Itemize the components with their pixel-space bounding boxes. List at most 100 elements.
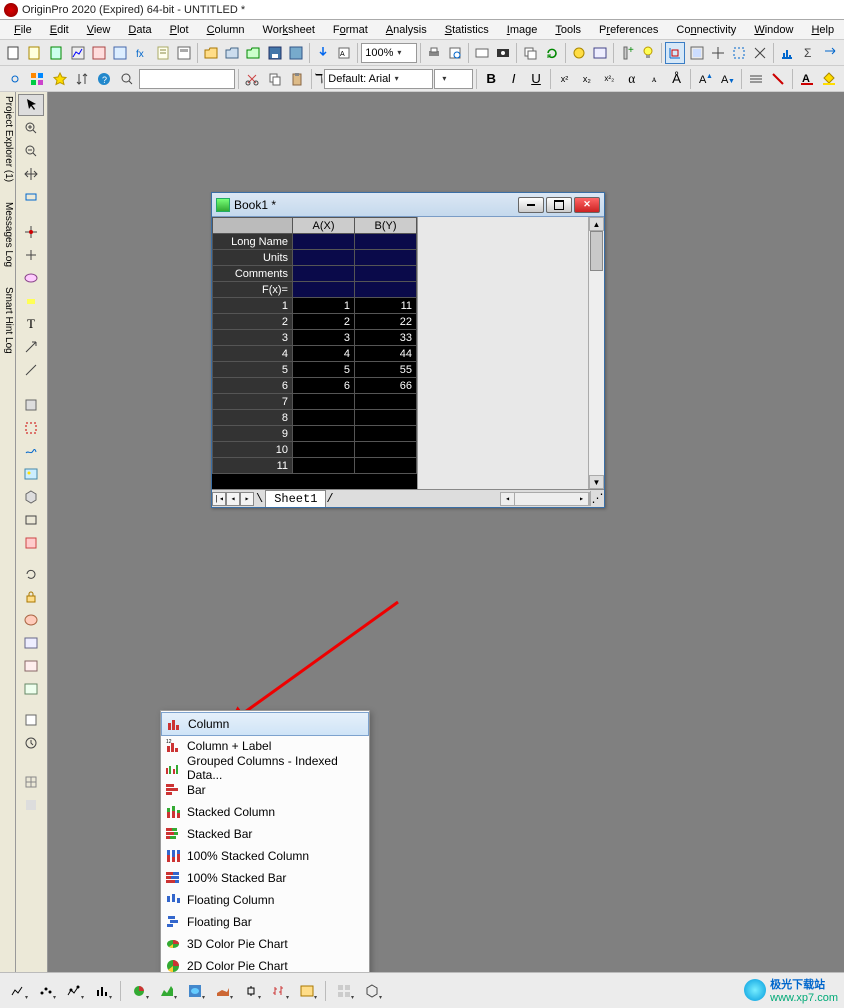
menu-statistics[interactable]: Statistics (437, 22, 497, 38)
sheet-nav-prev[interactable]: ◂ (226, 492, 240, 506)
popup-column[interactable]: Column (161, 712, 369, 736)
transfer-icon[interactable] (820, 42, 840, 64)
subscript-icon[interactable]: x₂ (576, 68, 597, 90)
new-workbook-icon[interactable] (25, 42, 45, 64)
longname-row[interactable]: Long Name (213, 234, 293, 250)
menu-analysis[interactable]: Analysis (378, 22, 435, 38)
bold-icon[interactable]: B (480, 68, 501, 90)
popup-100-stacked-column[interactable]: 100% Stacked Column (161, 845, 369, 867)
labtalk-icon[interactable] (18, 655, 44, 677)
favorites-icon[interactable] (49, 68, 70, 90)
data-reader-tool-icon[interactable] (18, 221, 44, 243)
text-tool-icon[interactable]: T (18, 313, 44, 335)
horizontal-scrollbar[interactable]: ◂ ▸ (500, 492, 590, 506)
row-8[interactable]: 8 (213, 410, 293, 426)
area-plot-icon[interactable] (155, 980, 179, 1002)
line-color-icon[interactable] (768, 68, 789, 90)
print-icon[interactable] (424, 42, 444, 64)
scatter-plot-icon[interactable] (34, 980, 58, 1002)
link-icon[interactable] (4, 68, 25, 90)
worksheet-grid[interactable]: A(X) B(Y) Long Name Units Comments F(x)=… (212, 217, 417, 489)
italic-icon[interactable]: I (503, 68, 524, 90)
data-cursor-icon[interactable] (18, 244, 44, 266)
help-icon[interactable]: ? (94, 68, 115, 90)
scroll-thumb[interactable] (590, 231, 603, 271)
units-row[interactable]: Units (213, 250, 293, 266)
popup-floating-bar[interactable]: Floating Bar (161, 911, 369, 933)
matrix-icon-2[interactable] (18, 794, 44, 816)
greek-small-a-icon[interactable]: ᴀ (643, 68, 664, 90)
zoom-in-icon[interactable] (18, 117, 44, 139)
menu-view[interactable]: View (79, 22, 119, 38)
annotation-icon[interactable] (18, 267, 44, 289)
menu-data[interactable]: Data (120, 22, 159, 38)
popup-grouped-columns[interactable]: Grouped Columns - Indexed Data... (161, 757, 369, 779)
column-plot-icon[interactable] (90, 980, 114, 1002)
row-10[interactable]: 10 (213, 442, 293, 458)
open-icon[interactable] (201, 42, 221, 64)
popup-stacked-bar[interactable]: Stacked Bar (161, 823, 369, 845)
insert-object-icon[interactable] (18, 486, 44, 508)
scroll-up-icon[interactable]: ▲ (589, 217, 604, 231)
copy-icon[interactable] (264, 68, 285, 90)
region-mask-icon[interactable] (18, 532, 44, 554)
smart-hint-tab[interactable]: Smart Hint Log (1, 287, 14, 354)
greek-alpha-icon[interactable]: α (621, 68, 642, 90)
3d-template-icon[interactable] (360, 980, 384, 1002)
popup-stacked-column[interactable]: Stacked Column (161, 801, 369, 823)
maximize-button[interactable] (546, 197, 572, 213)
stock-plot-icon[interactable] (267, 980, 291, 1002)
workbook-titlebar[interactable]: Book1 * (212, 193, 604, 217)
xfunction-icon[interactable] (18, 632, 44, 654)
close-button[interactable] (574, 197, 600, 213)
duplicate-icon[interactable] (520, 42, 540, 64)
screen-reader-icon[interactable] (750, 42, 770, 64)
menu-tools[interactable]: Tools (547, 22, 589, 38)
row-2[interactable]: 2 (213, 314, 293, 330)
column-header-a[interactable]: A(X) (293, 218, 355, 234)
scale-in-icon[interactable] (665, 42, 685, 64)
arrow-tool-icon[interactable] (18, 336, 44, 358)
supersub-icon[interactable]: x²₂ (599, 68, 620, 90)
draw-data-icon[interactable] (18, 440, 44, 462)
minimize-button[interactable] (518, 197, 544, 213)
import-ascii-icon[interactable]: A (334, 42, 354, 64)
recalculate-icon[interactable] (569, 42, 589, 64)
pointer-icon[interactable] (18, 94, 44, 116)
row-7[interactable]: 7 (213, 394, 293, 410)
apps-icon[interactable] (26, 68, 47, 90)
import-wizard-icon[interactable] (313, 42, 333, 64)
cut-icon[interactable] (242, 68, 263, 90)
search-input[interactable] (139, 69, 235, 89)
region-tool-icon[interactable] (18, 417, 44, 439)
font-size-combo[interactable]: ▾ (434, 69, 473, 89)
code-builder-icon[interactable] (590, 42, 610, 64)
menu-plot[interactable]: Plot (162, 22, 197, 38)
pie-plot-icon[interactable] (127, 980, 151, 1002)
zoom-combo[interactable]: 100% ▾ (361, 43, 416, 63)
popup-bar[interactable]: Bar (161, 779, 369, 801)
data-highlighter-icon[interactable] (18, 290, 44, 312)
accent-icon[interactable]: Å (666, 68, 687, 90)
panning-icon[interactable] (18, 163, 44, 185)
video-icon[interactable] (493, 42, 513, 64)
hscroll-right-icon[interactable]: ▸ (575, 493, 589, 505)
menu-format[interactable]: Format (325, 22, 376, 38)
refresh-icon[interactable] (541, 42, 561, 64)
scroll-down-icon[interactable]: ▼ (589, 475, 604, 489)
corner-cell[interactable] (213, 218, 293, 234)
new-function-icon[interactable]: fx (131, 42, 151, 64)
new-layout-icon[interactable] (174, 42, 194, 64)
grid-icon[interactable] (18, 771, 44, 793)
menu-worksheet[interactable]: Worksheet (255, 22, 323, 38)
scale-in-tool-icon[interactable] (18, 186, 44, 208)
sheet-tab-sheet1[interactable]: Sheet1 (265, 490, 326, 507)
surface-plot-icon[interactable] (211, 980, 235, 1002)
mask-tool-icon[interactable] (18, 394, 44, 416)
rectangle-tool-icon[interactable] (18, 509, 44, 531)
popup-100-stacked-bar[interactable]: 100% Stacked Bar (161, 867, 369, 889)
row-11[interactable]: 11 (213, 458, 293, 474)
new-matrix-icon[interactable] (89, 42, 109, 64)
row-6[interactable]: 6 (213, 378, 293, 394)
zoom-out-icon[interactable] (18, 140, 44, 162)
